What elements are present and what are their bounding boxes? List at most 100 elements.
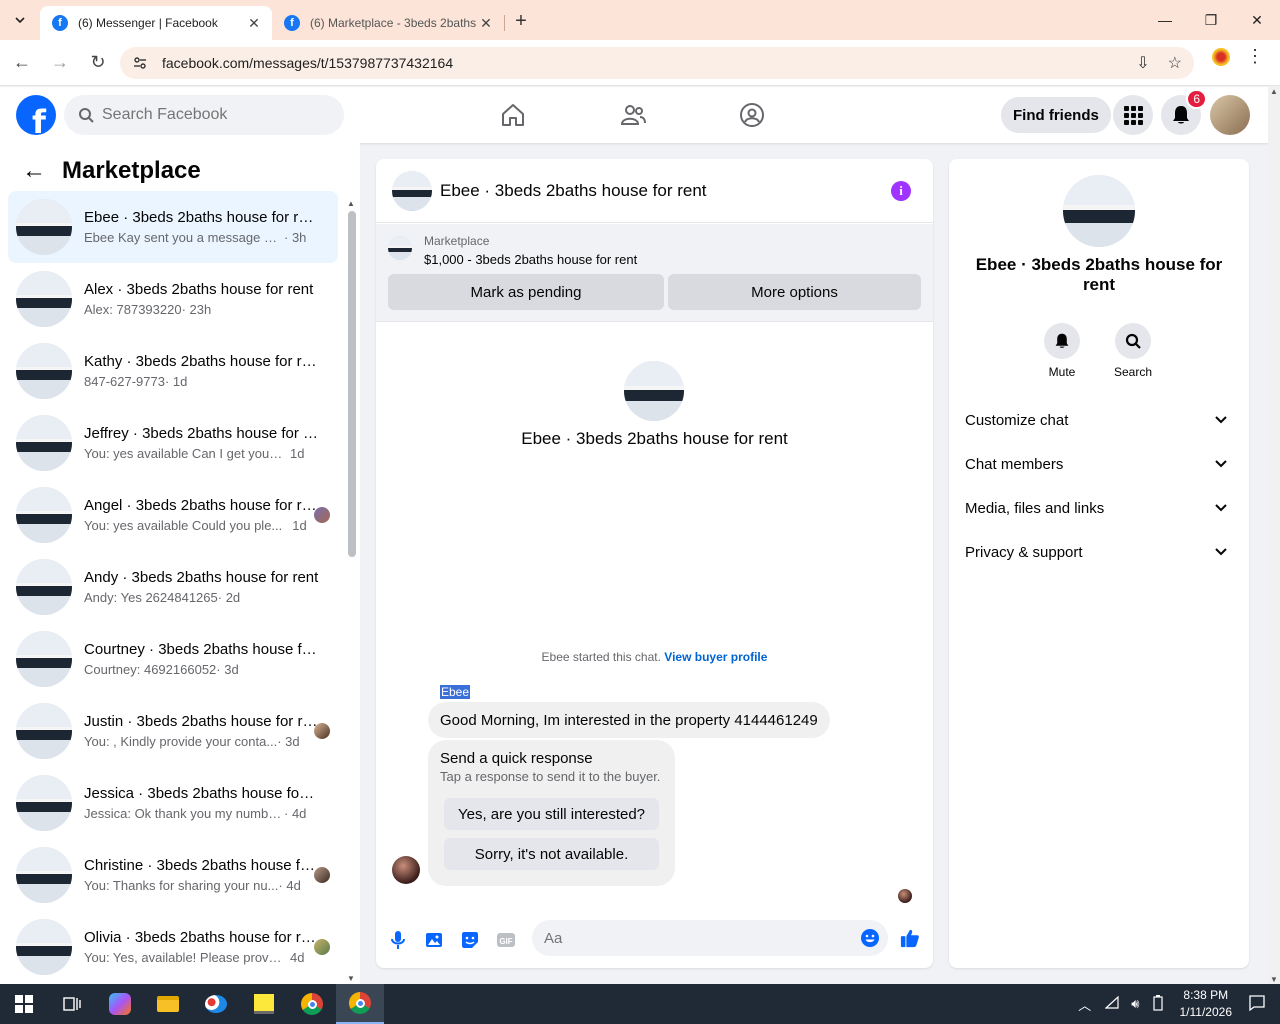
conversation-item[interactable]: Justin · 3beds 2baths house for rent You:… bbox=[8, 695, 338, 767]
chat-avatar[interactable] bbox=[392, 170, 432, 211]
conversation-item[interactable]: Jeffrey · 3beds 2baths house for rent You… bbox=[8, 407, 338, 479]
privacy-support-row[interactable]: Privacy & support bbox=[965, 530, 1233, 574]
network-icon[interactable] bbox=[1104, 995, 1119, 1013]
minimize-icon[interactable]: — bbox=[1142, 0, 1188, 40]
details-avatar[interactable] bbox=[1063, 175, 1135, 247]
thumbs-up-icon[interactable] bbox=[900, 928, 920, 948]
new-tab-button[interactable]: + bbox=[505, 10, 537, 33]
scroll-up-icon[interactable]: ▲ bbox=[1270, 87, 1278, 96]
volume-icon[interactable]: 🔊︎ bbox=[1131, 996, 1139, 1012]
conversation-snippet: You: , Kindly provide your conta... bbox=[84, 734, 278, 749]
conversation-item[interactable]: Courtney · 3beds 2baths house for rent Co… bbox=[8, 623, 338, 695]
chrome-app-active-icon[interactable] bbox=[336, 984, 384, 1024]
conversation-item[interactable]: Kathy · 3beds 2baths house for rent 847-6… bbox=[8, 335, 338, 407]
chrome-app-icon[interactable] bbox=[288, 984, 336, 1024]
sticker-icon[interactable] bbox=[460, 930, 480, 950]
conversation-item[interactable]: Christine · 3beds 2baths house for rent Y… bbox=[8, 839, 338, 911]
forward-button[interactable]: → bbox=[42, 45, 78, 81]
close-window-icon[interactable]: ✕ bbox=[1234, 0, 1280, 40]
message-input-box[interactable] bbox=[532, 920, 888, 956]
start-button[interactable] bbox=[0, 984, 48, 1024]
back-button[interactable]: ← bbox=[4, 45, 40, 81]
facebook-logo-icon[interactable]: f bbox=[16, 95, 56, 135]
search-action[interactable]: Search bbox=[1103, 323, 1163, 379]
sender-avatar[interactable] bbox=[392, 856, 420, 884]
paint-app-icon[interactable] bbox=[192, 984, 240, 1024]
conversation-item[interactable]: Angel · 3beds 2baths house for rent You: … bbox=[8, 479, 338, 551]
sidebar-title: Marketplace bbox=[62, 157, 201, 184]
listing-thumbnail[interactable] bbox=[388, 236, 412, 260]
more-menu-icon[interactable]: ⋮ bbox=[1240, 46, 1270, 67]
profile-avatar[interactable] bbox=[1210, 95, 1250, 135]
site-settings-icon[interactable] bbox=[132, 55, 148, 71]
reload-button[interactable]: ↻ bbox=[80, 45, 116, 81]
scrollbar-thumb[interactable] bbox=[348, 211, 356, 557]
quick-response-title: Send a quick response bbox=[440, 750, 593, 767]
copilot-app-icon[interactable] bbox=[96, 984, 144, 1024]
mute-action[interactable]: Mute bbox=[1032, 323, 1092, 379]
quick-response-yes-button[interactable]: Yes, are you still interested? bbox=[444, 798, 659, 830]
chat-title[interactable]: Ebee · 3beds 2baths house for rent bbox=[440, 181, 707, 201]
home-nav-icon[interactable] bbox=[499, 101, 527, 129]
sidebar-scrollbar[interactable]: ▲ ▼ bbox=[346, 199, 356, 983]
quick-response-sorry-button[interactable]: Sorry, it's not available. bbox=[444, 838, 659, 870]
chat-members-row[interactable]: Chat members bbox=[965, 442, 1233, 486]
find-friends-button[interactable]: Find friends bbox=[1001, 97, 1111, 133]
conversation-item[interactable]: Alex · 3beds 2baths house for rent Alex: … bbox=[8, 263, 338, 335]
tab-search-button[interactable] bbox=[0, 0, 40, 40]
conversation-time: 1d bbox=[290, 446, 305, 461]
bookmark-star-icon[interactable]: ☆ bbox=[1168, 53, 1182, 73]
media-files-links-row[interactable]: Media, files and links bbox=[965, 486, 1233, 530]
conversation-name: Courtney · 3beds 2baths house for rent bbox=[84, 641, 319, 658]
scroll-down-icon[interactable]: ▼ bbox=[1270, 975, 1278, 984]
customize-chat-row[interactable]: Customize chat bbox=[965, 398, 1233, 442]
close-tab-icon[interactable]: ✕ bbox=[478, 15, 494, 32]
microphone-icon[interactable] bbox=[388, 930, 408, 950]
marketplace-sidebar: ← Marketplace Ebee · 3beds 2baths house … bbox=[0, 143, 360, 984]
conversation-item[interactable]: Ebee · 3beds 2baths house for rent Ebee K… bbox=[8, 191, 338, 263]
groups-nav-icon[interactable] bbox=[738, 101, 766, 129]
sticky-notes-icon[interactable] bbox=[240, 984, 288, 1024]
close-tab-icon[interactable]: ✕ bbox=[246, 15, 262, 32]
address-bar[interactable]: facebook.com/messages/t/1537987737432164… bbox=[120, 47, 1194, 79]
conversation-item[interactable]: Andy · 3beds 2baths house for rent Andy: … bbox=[8, 551, 338, 623]
message-composer: GIF bbox=[376, 916, 933, 966]
search-bar[interactable] bbox=[64, 95, 344, 135]
task-view-button[interactable] bbox=[48, 984, 96, 1024]
gif-icon[interactable]: GIF bbox=[496, 930, 516, 950]
battery-icon[interactable] bbox=[1152, 994, 1164, 1014]
notifications-button[interactable]: 6 bbox=[1161, 89, 1207, 135]
search-input[interactable] bbox=[102, 106, 322, 124]
conversation-snippet: Courtney: 4692166052 bbox=[84, 662, 217, 677]
page-scrollbar[interactable]: ▲ ▼ bbox=[1268, 87, 1280, 984]
back-arrow-icon[interactable]: ← bbox=[22, 157, 46, 185]
facebook-favicon-icon: f bbox=[284, 15, 300, 31]
tab-marketplace[interactable]: f (6) Marketplace - 3beds 2baths ✕ bbox=[272, 6, 504, 40]
message-input[interactable] bbox=[544, 929, 844, 947]
more-options-button[interactable]: More options bbox=[668, 274, 921, 310]
show-hidden-icons-icon[interactable]: ︿ bbox=[1078, 995, 1091, 1014]
restore-icon[interactable]: ❐ bbox=[1188, 0, 1234, 40]
mark-as-pending-button[interactable]: Mark as pending bbox=[388, 274, 664, 310]
listing-thumbnail bbox=[16, 559, 72, 615]
scroll-up-icon[interactable]: ▲ bbox=[347, 199, 355, 208]
install-app-icon[interactable]: ⇩ bbox=[1136, 53, 1149, 73]
scroll-down-icon[interactable]: ▼ bbox=[347, 974, 355, 983]
file-explorer-icon[interactable] bbox=[144, 984, 192, 1024]
conversation-item[interactable]: Olivia · 3beds 2baths house for rent You:… bbox=[8, 911, 338, 983]
extension-icon[interactable] bbox=[1212, 47, 1230, 66]
conversation-item[interactable]: Jessica · 3beds 2baths house for rent Jes… bbox=[8, 767, 338, 839]
notification-center-icon[interactable] bbox=[1248, 994, 1266, 1015]
photo-icon[interactable] bbox=[424, 930, 444, 950]
emoji-icon[interactable] bbox=[860, 928, 880, 953]
menu-grid-button[interactable] bbox=[1113, 95, 1153, 135]
clock[interactable]: 8:38 PM 1/11/2026 bbox=[1180, 987, 1233, 1021]
window-controls: — ❐ ✕ bbox=[1142, 0, 1280, 40]
browser-tab-bar: f (6) Messenger | Facebook ✕ f (6) Marke… bbox=[0, 0, 1280, 40]
tab-messenger[interactable]: f (6) Messenger | Facebook ✕ bbox=[40, 6, 272, 40]
listing-price-title[interactable]: $1,000 - 3beds 2baths house for rent bbox=[424, 252, 637, 267]
info-icon[interactable]: i bbox=[891, 181, 911, 201]
friends-nav-icon[interactable] bbox=[619, 101, 647, 129]
conversation-snippet: Jessica: Ok thank you my number i... bbox=[84, 806, 284, 821]
view-buyer-profile-link[interactable]: View buyer profile bbox=[664, 650, 767, 664]
